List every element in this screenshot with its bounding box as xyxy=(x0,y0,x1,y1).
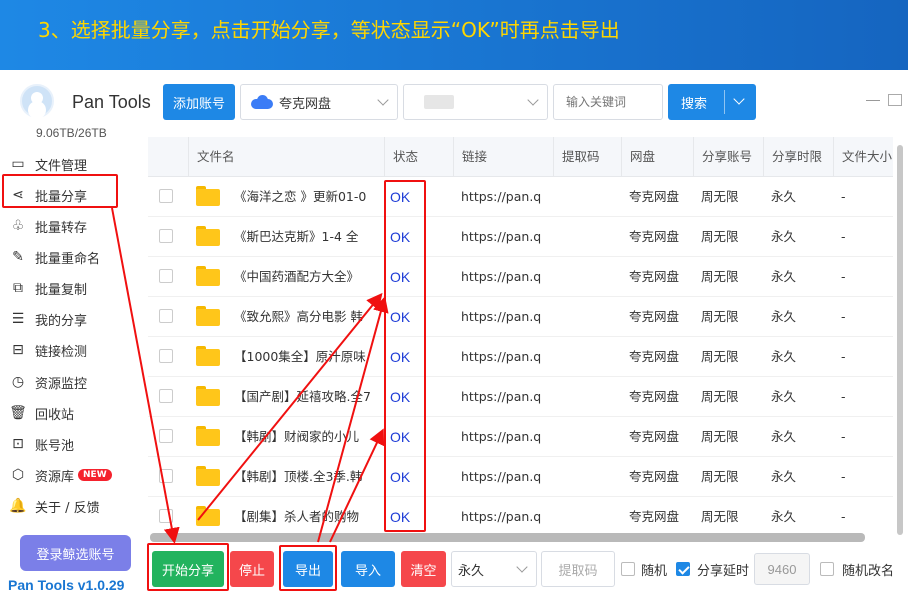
annotation-arrows xyxy=(111,207,389,544)
arrow-to-start xyxy=(111,207,180,544)
arrow-status-to-export-2 xyxy=(329,428,385,543)
arrow-status-to-export-1 xyxy=(317,296,389,543)
arrow-to-status xyxy=(197,292,383,521)
